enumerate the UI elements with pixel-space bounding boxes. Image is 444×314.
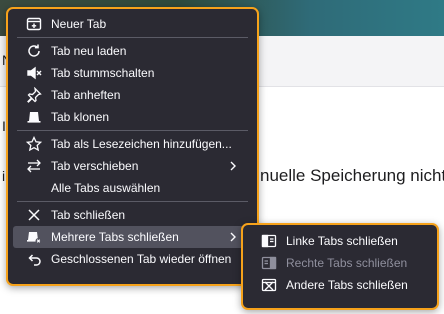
- menu-item-label: Tab neu laden: [51, 44, 127, 58]
- menu-item-label: Tab klonen: [51, 110, 110, 124]
- reload-icon: [26, 43, 42, 59]
- menu-item-reopen-closed-tab[interactable]: Geschlossenen Tab wieder öffnen: [13, 248, 252, 270]
- menu-item-label: Alle Tabs auswählen: [51, 181, 161, 195]
- menu-item-reload-tab[interactable]: Tab neu laden: [13, 40, 252, 62]
- close-icon: [26, 207, 42, 223]
- menu-item-label: Tab schließen: [51, 208, 126, 222]
- chevron-right-icon: [228, 229, 238, 245]
- close-left-tabs-icon: [261, 233, 277, 249]
- new-tab-icon: [26, 16, 42, 32]
- submenu-item-close-left-tabs[interactable]: Linke Tabs schließen: [248, 230, 432, 252]
- menu-item-new-tab[interactable]: Neuer Tab: [13, 13, 252, 35]
- menu-separator: [17, 201, 248, 202]
- page-text-fragment: i: [2, 168, 6, 184]
- menu-item-close-tab[interactable]: Tab schließen: [13, 204, 252, 226]
- submenu-item-close-right-tabs[interactable]: Rechte Tabs schließen: [248, 252, 432, 274]
- page-body-text: nuelle Speicherung nicht: [260, 166, 444, 185]
- menu-item-move-tab[interactable]: Tab verschieben: [13, 155, 252, 177]
- menu-item-label: Tab stummschalten: [51, 66, 155, 80]
- submenu-item-label: Andere Tabs schließen: [286, 278, 408, 292]
- menu-item-bookmark-tab[interactable]: Tab als Lesezeichen hinzufügen...: [13, 133, 252, 155]
- menu-item-label: Neuer Tab: [51, 17, 107, 31]
- tab-context-menu: Neuer Tab Tab neu laden Tab stummschalte…: [6, 7, 259, 286]
- menu-item-label: Tab verschieben: [51, 159, 139, 173]
- menu-separator: [17, 37, 248, 38]
- star-icon: [26, 136, 42, 152]
- menu-item-close-multiple-tabs[interactable]: Mehrere Tabs schließen: [13, 226, 252, 248]
- chevron-right-icon: [228, 158, 238, 174]
- duplicate-tab-icon: [26, 109, 42, 125]
- menu-item-select-all-tabs[interactable]: Alle Tabs auswählen: [13, 177, 252, 199]
- menu-item-label: Tab als Lesezeichen hinzufügen...: [51, 137, 232, 151]
- submenu-item-label: Rechte Tabs schließen: [286, 256, 408, 270]
- close-other-tabs-icon: [261, 277, 277, 293]
- close-multiple-tabs-icon: [26, 229, 42, 245]
- menu-item-label: Tab anheften: [51, 88, 121, 102]
- menu-item-pin-tab[interactable]: Tab anheften: [13, 84, 252, 106]
- close-right-tabs-icon: [261, 255, 277, 271]
- close-multiple-tabs-submenu: Linke Tabs schließen Rechte Tabs schließ…: [241, 223, 439, 310]
- pin-icon: [26, 87, 42, 103]
- undo-icon: [26, 251, 42, 267]
- menu-item-label: Geschlossenen Tab wieder öffnen: [51, 252, 232, 266]
- submenu-item-label: Linke Tabs schließen: [286, 234, 398, 248]
- menu-item-duplicate-tab[interactable]: Tab klonen: [13, 106, 252, 128]
- menu-item-mute-tab[interactable]: Tab stummschalten: [13, 62, 252, 84]
- menu-item-label: Mehrere Tabs schließen: [51, 230, 179, 244]
- speaker-mute-icon: [26, 65, 42, 81]
- submenu-item-close-other-tabs[interactable]: Andere Tabs schließen: [248, 274, 432, 296]
- menu-separator: [17, 130, 248, 131]
- move-arrows-icon: [26, 158, 42, 174]
